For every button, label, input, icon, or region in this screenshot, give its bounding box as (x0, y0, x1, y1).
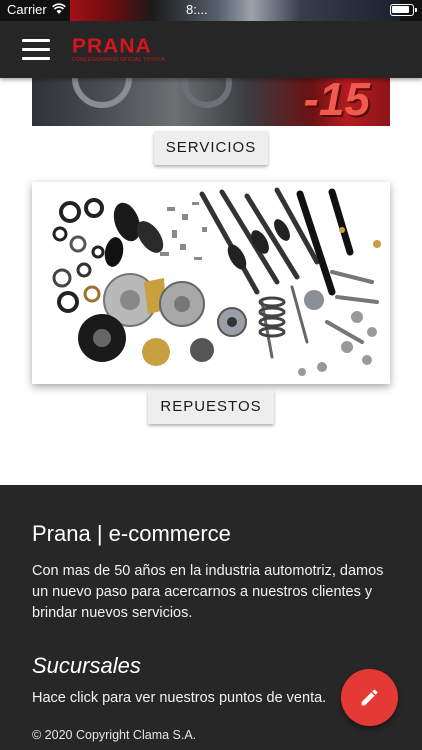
time-label: 8:... (186, 2, 208, 17)
copyright: © 2020 Copyright Clama S.A. (32, 728, 197, 742)
footer-description: Con mas de 50 años en la industria autom… (32, 563, 384, 621)
battery-icon (390, 4, 417, 16)
footer-title: Prana | e-commerce (32, 521, 231, 546)
services-banner-image[interactable]: -15 (32, 78, 390, 126)
prana-logo[interactable]: PRANA CONCESIONARIO OFICIAL TOYOTA (72, 36, 182, 70)
menu-icon[interactable] (22, 39, 50, 61)
wifi-icon (52, 3, 66, 14)
edit-fab-button[interactable] (341, 669, 398, 726)
gear-decoration (72, 78, 132, 108)
status-background-image (70, 0, 400, 21)
carrier-label: Carrier (7, 2, 47, 17)
gear-decoration (182, 78, 232, 108)
services-button[interactable]: SERVICIOS (154, 131, 268, 165)
parts-image[interactable] (32, 182, 390, 384)
pencil-icon (361, 689, 378, 706)
branches-title: Sucursales (32, 653, 141, 678)
menu-bar (22, 39, 50, 42)
menu-bar (22, 57, 50, 60)
logo-tagline: CONCESIONARIO OFICIAL TOYOTA (72, 57, 165, 63)
parts-button[interactable]: REPUESTOS (148, 390, 274, 424)
menu-bar (22, 48, 50, 51)
logo-brand: PRANA (72, 35, 152, 58)
status-bar: Carrier 8:... (0, 0, 422, 21)
app-header: PRANA CONCESIONARIO OFICIAL TOYOTA (0, 21, 422, 78)
auto-parts-illustration (52, 187, 381, 376)
branches-link[interactable]: Hace click para ver nuestros puntos de v… (32, 690, 326, 706)
discount-badge: -15 (303, 78, 370, 125)
